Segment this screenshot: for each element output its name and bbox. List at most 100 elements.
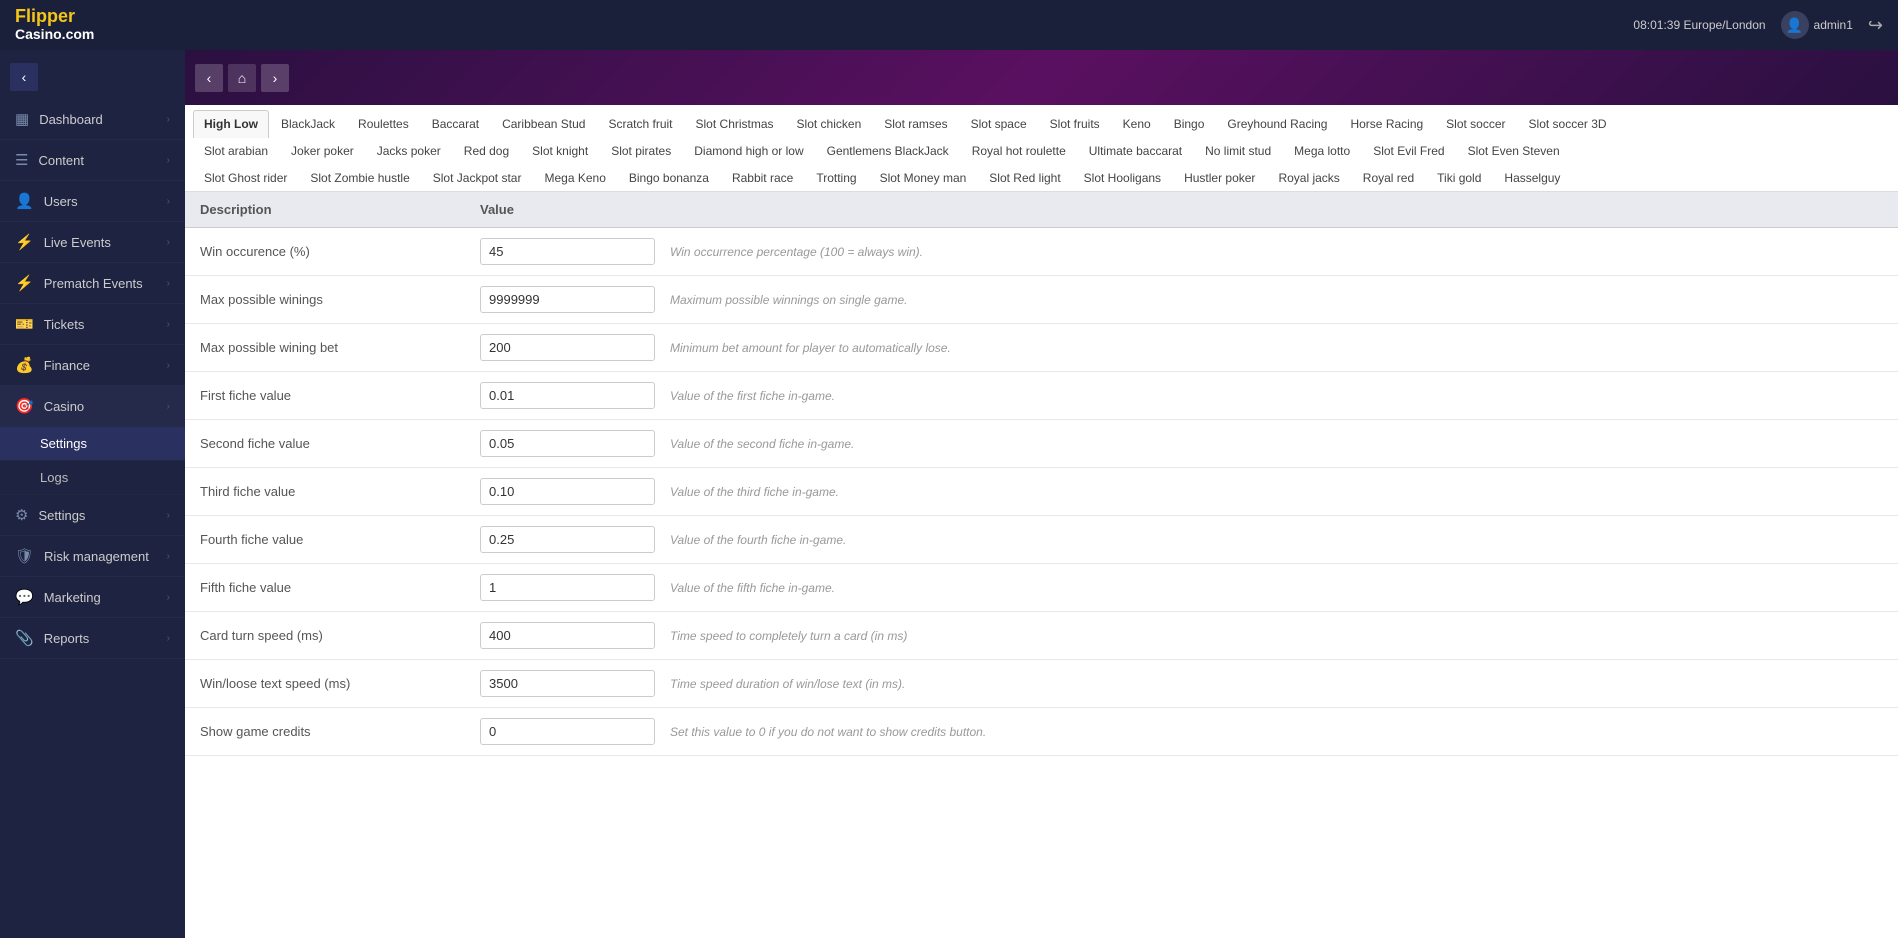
tab-horse-racing[interactable]: Horse Racing	[1339, 110, 1434, 137]
logout-icon[interactable]: ↪	[1868, 15, 1883, 36]
tab-slot-evil-fred[interactable]: Slot Evil Fred	[1362, 137, 1455, 164]
tab-slot-even-steven[interactable]: Slot Even Steven	[1457, 137, 1571, 164]
tab-slot-soccer-3d[interactable]: Slot soccer 3D	[1518, 110, 1618, 137]
tab-baccarat[interactable]: Baccarat	[421, 110, 490, 137]
sidebar-item-settings[interactable]: ⚙ Settings ›	[0, 495, 185, 536]
sidebar-item-risk-management[interactable]: 🛡 Risk management ›	[0, 536, 185, 577]
field-hint-max-possible-wining-bet: Minimum bet amount for player to automat…	[670, 341, 951, 355]
tab-hasselguy[interactable]: Hasselguy	[1493, 164, 1571, 191]
field-hint-fourth-fiche-value: Value of the fourth fiche in-game.	[670, 533, 846, 547]
field-input-fifth-fiche-value[interactable]	[480, 574, 655, 601]
tab-caribbean-stud[interactable]: Caribbean Stud	[491, 110, 596, 137]
tab-joker-poker[interactable]: Joker poker	[280, 137, 365, 164]
tab-slot-red-light[interactable]: Slot Red light	[978, 164, 1071, 191]
sidebar-label-users: Users	[44, 194, 167, 209]
tab-greyhound-racing[interactable]: Greyhound Racing	[1216, 110, 1338, 137]
tab-slot-space[interactable]: Slot space	[960, 110, 1038, 137]
tab-no-limit-stud[interactable]: No limit stud	[1194, 137, 1282, 164]
table-row: First fiche valueValue of the first fich…	[185, 372, 1898, 420]
field-input-max-possible-wining-bet[interactable]	[480, 334, 655, 361]
tab-high-low[interactable]: High Low	[193, 110, 269, 138]
field-input-third-fiche-value[interactable]	[480, 478, 655, 505]
tab-blackjack[interactable]: BlackJack	[270, 110, 346, 137]
tab-royal-red[interactable]: Royal red	[1352, 164, 1425, 191]
tab-slot-pirates[interactable]: Slot pirates	[600, 137, 682, 164]
sidebar-item-users[interactable]: 👤 Users ›	[0, 181, 185, 222]
tab-slot-zombie-hustle[interactable]: Slot Zombie hustle	[299, 164, 420, 191]
tab-slot-hooligans[interactable]: Slot Hooligans	[1073, 164, 1172, 191]
sidebar-label-reports: Reports	[44, 631, 167, 646]
col-description: Description	[185, 192, 465, 228]
header-time: 08:01:39 Europe/London	[1633, 18, 1765, 32]
tab-ultimate-baccarat[interactable]: Ultimate baccarat	[1078, 137, 1193, 164]
header-user: 👤 admin1	[1781, 11, 1853, 39]
tab-royal-jacks[interactable]: Royal jacks	[1267, 164, 1350, 191]
sidebar-item-marketing[interactable]: 💬 Marketing ›	[0, 577, 185, 618]
tabs-row-1: High LowBlackJackRoulettesBaccaratCaribb…	[193, 110, 1890, 137]
tab-tiki-gold[interactable]: Tiki gold	[1426, 164, 1492, 191]
field-input-show-game-credits[interactable]	[480, 718, 655, 745]
tab-trotting[interactable]: Trotting	[805, 164, 867, 191]
tab-diamond-high-or-low[interactable]: Diamond high or low	[683, 137, 814, 164]
tab-slot-money-man[interactable]: Slot Money man	[869, 164, 978, 191]
tab-slot-knight[interactable]: Slot knight	[521, 137, 599, 164]
tab-mega-lotto[interactable]: Mega lotto	[1283, 137, 1361, 164]
tab-scratch-fruit[interactable]: Scratch fruit	[597, 110, 683, 137]
sidebar-item-dashboard[interactable]: ▦ Dashboard ›	[0, 99, 185, 140]
field-input-win-occurrence[interactable]	[480, 238, 655, 265]
chevron-right-icon: ›	[167, 237, 170, 248]
field-value-cell-second-fiche-value: Value of the second fiche in-game.	[465, 420, 1898, 468]
tab-slot-chicken[interactable]: Slot chicken	[786, 110, 873, 137]
sidebar-label-content: Content	[38, 153, 166, 168]
tab-bingo-bonanza[interactable]: Bingo bonanza	[618, 164, 720, 191]
banner-back-button[interactable]: ‹	[195, 64, 223, 92]
tab-slot-soccer[interactable]: Slot soccer	[1435, 110, 1516, 137]
logo-top: Flipper	[15, 7, 94, 27]
sidebar-item-casino[interactable]: 🎯 Casino ›	[0, 386, 185, 427]
tab-red-dog[interactable]: Red dog	[453, 137, 520, 164]
tab-slot-fruits[interactable]: Slot fruits	[1039, 110, 1111, 137]
chevron-right-icon: ›	[167, 278, 170, 289]
tab-rabbit-race[interactable]: Rabbit race	[721, 164, 804, 191]
sidebar-item-prematch-events[interactable]: ⚡ Prematch Events ›	[0, 263, 185, 304]
tab-roulettes[interactable]: Roulettes	[347, 110, 420, 137]
tab-keno[interactable]: Keno	[1112, 110, 1162, 137]
banner-home-button[interactable]: ⌂	[228, 64, 256, 92]
tab-royal-hot-roulette[interactable]: Royal hot roulette	[961, 137, 1077, 164]
tab-slot-ramses[interactable]: Slot ramses	[873, 110, 958, 137]
sidebar: ‹ ▦ Dashboard › ☰ Content › 👤 Users › ⚡ …	[0, 50, 185, 938]
sidebar-item-live-events[interactable]: ⚡ Live Events ›	[0, 222, 185, 263]
tab-gentlemens-blackjack[interactable]: Gentlemens BlackJack	[816, 137, 960, 164]
sidebar-item-content[interactable]: ☰ Content ›	[0, 140, 185, 181]
sidebar-item-reports[interactable]: 📎 Reports ›	[0, 618, 185, 659]
field-input-fourth-fiche-value[interactable]	[480, 526, 655, 553]
header-right: 08:01:39 Europe/London 👤 admin1 ↪	[1633, 11, 1883, 39]
tab-slot-arabian[interactable]: Slot arabian	[193, 137, 279, 164]
sidebar-item-finance[interactable]: 💰 Finance ›	[0, 345, 185, 386]
logo: Flipper Casino.com	[15, 7, 94, 42]
tab-mega-keno[interactable]: Mega Keno	[533, 164, 616, 191]
field-input-card-turn-speed[interactable]	[480, 622, 655, 649]
tab-slot-ghost-rider[interactable]: Slot Ghost rider	[193, 164, 298, 191]
sidebar-item-tickets[interactable]: 🎫 Tickets ›	[0, 304, 185, 345]
field-input-first-fiche-value[interactable]	[480, 382, 655, 409]
tab-jacks-poker[interactable]: Jacks poker	[366, 137, 452, 164]
sidebar-item-settings-sub[interactable]: Settings	[0, 427, 185, 461]
field-value-cell-first-fiche-value: Value of the first fiche in-game.	[465, 372, 1898, 420]
tab-hustler-poker[interactable]: Hustler poker	[1173, 164, 1266, 191]
table-row: Show game creditsSet this value to 0 if …	[185, 708, 1898, 756]
field-label-second-fiche-value: Second fiche value	[185, 420, 465, 468]
banner-forward-button[interactable]: ›	[261, 64, 289, 92]
field-value-cell-max-possible-wining-bet: Minimum bet amount for player to automat…	[465, 324, 1898, 372]
table-row: Max possible winingsMaximum possible win…	[185, 276, 1898, 324]
field-input-max-possible-winings[interactable]	[480, 286, 655, 313]
tab-bingo[interactable]: Bingo	[1163, 110, 1216, 137]
tab-slot-jackpot-star[interactable]: Slot Jackpot star	[422, 164, 533, 191]
tab-slot-christmas[interactable]: Slot Christmas	[685, 110, 785, 137]
field-input-win-loose-text-speed[interactable]	[480, 670, 655, 697]
sidebar-item-logs-sub[interactable]: Logs	[0, 461, 185, 495]
sidebar-label-live-events: Live Events	[44, 235, 167, 250]
sidebar-back-button[interactable]: ‹	[10, 63, 38, 91]
field-label-show-game-credits: Show game credits	[185, 708, 465, 756]
field-input-second-fiche-value[interactable]	[480, 430, 655, 457]
